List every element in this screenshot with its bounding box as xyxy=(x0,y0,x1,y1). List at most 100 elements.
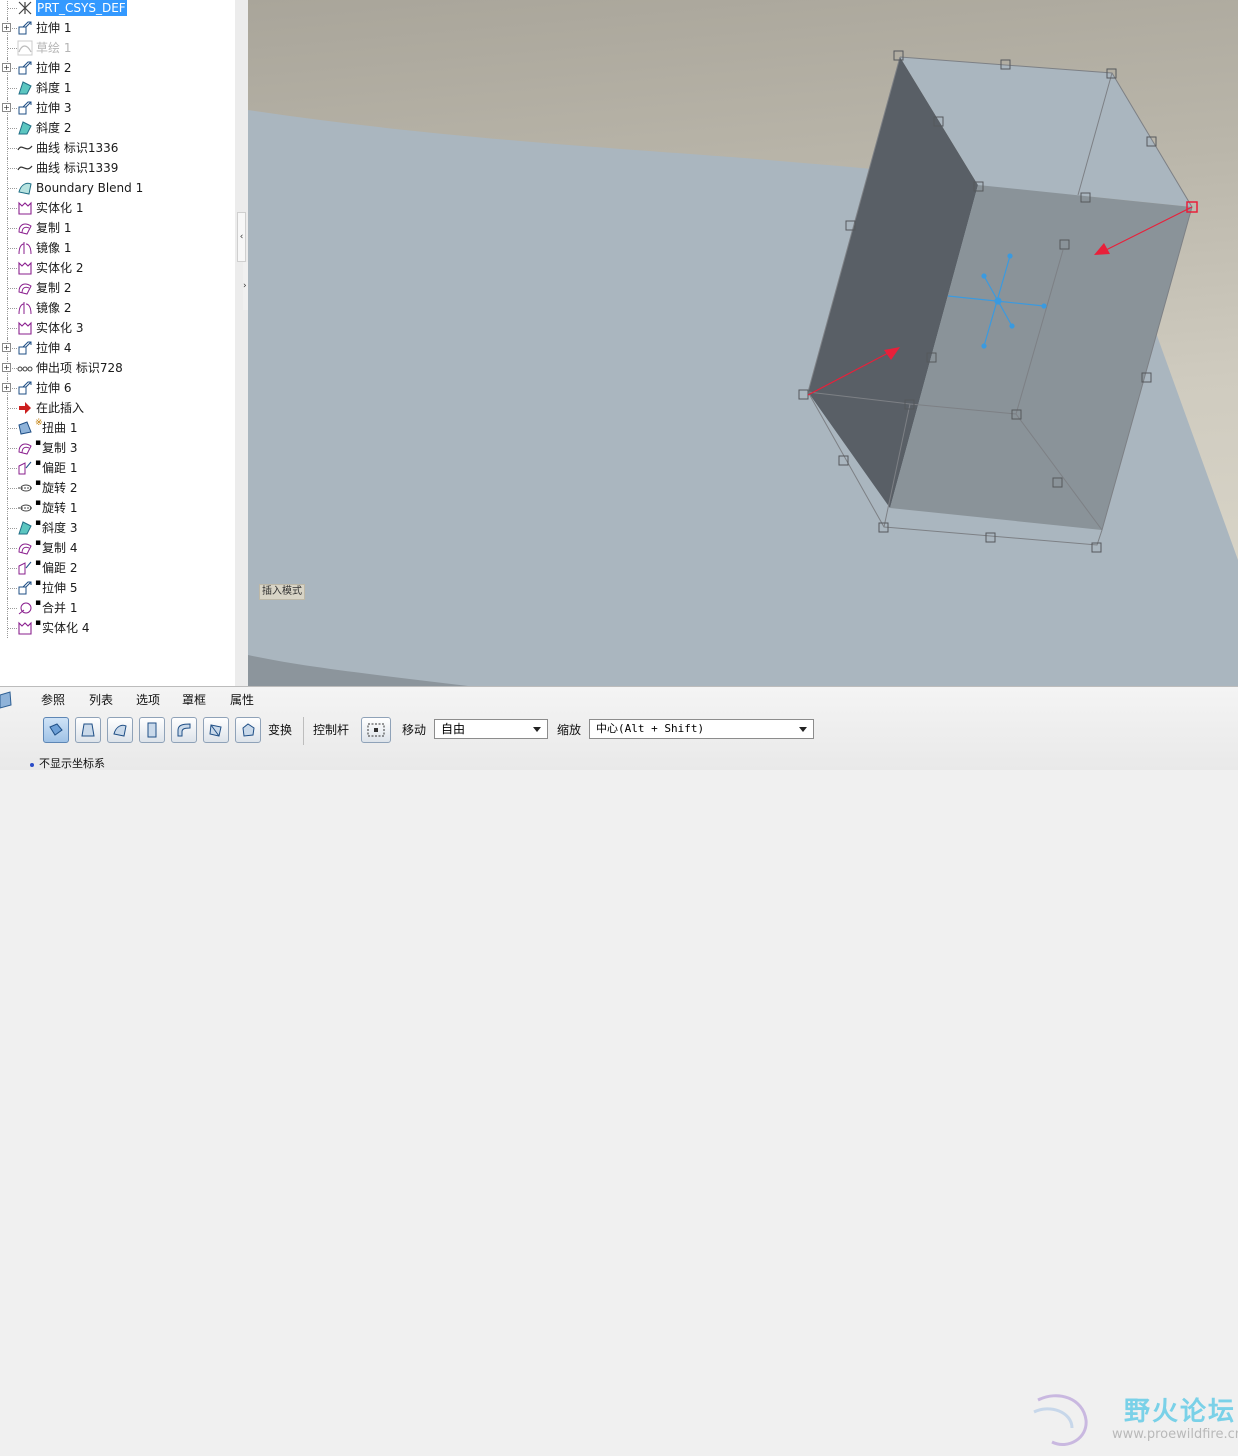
tree-item[interactable]: Boundary Blend 1 xyxy=(0,178,235,198)
handle-toggle-button[interactable] xyxy=(361,717,391,743)
graphics-viewport[interactable] xyxy=(248,0,1238,686)
tree-item-label: 在此插入 xyxy=(36,401,85,415)
expand-icon[interactable]: + xyxy=(2,383,11,392)
tree-item[interactable]: 曲线 标识1339 xyxy=(0,158,235,178)
handle-label: 控制杆 xyxy=(313,723,350,737)
solidify-icon xyxy=(18,261,32,275)
warp-tool-button[interactable] xyxy=(75,717,101,743)
expand-icon[interactable]: + xyxy=(2,23,11,32)
tree-item[interactable]: ▪ 旋转 2 xyxy=(0,478,235,498)
expand-icon[interactable]: + xyxy=(2,103,11,112)
tree-item-label: 拉伸 6 xyxy=(36,381,72,395)
tree-item[interactable]: ▪ 偏距 1 xyxy=(0,458,235,478)
tree-item[interactable]: ▪ 复制 3 xyxy=(0,438,235,458)
tree-item-label: 斜度 3 xyxy=(42,521,78,535)
extrude-icon xyxy=(18,101,32,115)
tree-item-label: 实体化 2 xyxy=(36,261,84,275)
tree-item[interactable]: 曲线 标识1336 xyxy=(0,138,235,158)
tree-item[interactable]: ▪ 实体化 4 xyxy=(0,618,235,638)
tree-item[interactable]: ▪ 复制 4 xyxy=(0,538,235,558)
tree-item-label: 复制 3 xyxy=(42,441,78,455)
tree-item[interactable]: + 拉伸 1 xyxy=(0,18,235,38)
tree-item[interactable]: 复制 1 xyxy=(0,218,235,238)
tree-item[interactable]: ※ 扭曲 1 xyxy=(0,418,235,438)
model-tree[interactable]: PRT_CSYS_DEF + 拉伸 1 草绘 1 + 拉伸 2 斜度 1 + 拉伸 3 斜度 2 曲… xyxy=(0,0,236,686)
twist-tool-button[interactable] xyxy=(203,717,229,743)
tree-line xyxy=(8,8,17,9)
status-text: 不显示坐标系 xyxy=(39,757,105,770)
tree-item[interactable]: 在此插入 xyxy=(0,398,235,418)
tree-item-label: 草绘 1 xyxy=(36,41,72,55)
panel-splitter[interactable]: ‹ › xyxy=(235,0,249,686)
toolbar-separator xyxy=(303,717,304,745)
model-scene[interactable] xyxy=(248,0,1238,686)
mirror-icon xyxy=(18,302,32,315)
tree-line xyxy=(8,248,17,249)
handle-box-icon xyxy=(367,723,385,737)
tree-item[interactable]: + 伸出项 标识728 xyxy=(0,358,235,378)
tree-item[interactable]: 斜度 2 xyxy=(0,118,235,138)
collapse-left-icon[interactable]: ‹ xyxy=(237,212,246,262)
copy-icon xyxy=(18,283,32,295)
status-mark: ▪ xyxy=(35,598,42,608)
stretch-tool-button[interactable] xyxy=(139,717,165,743)
expand-icon[interactable]: + xyxy=(2,343,11,352)
status-mark: ▪ xyxy=(35,438,42,448)
tree-item[interactable]: + 拉伸 4 xyxy=(0,338,235,358)
tree-item[interactable]: + 拉伸 3 xyxy=(0,98,235,118)
tree-line xyxy=(8,188,17,189)
boundary-blend-icon xyxy=(18,182,32,195)
status-bullet-icon xyxy=(30,763,34,767)
offset-icon xyxy=(18,461,32,475)
tree-item-label: 偏距 2 xyxy=(42,561,78,575)
tree-item[interactable]: 斜度 1 xyxy=(0,78,235,98)
transform-tool-button[interactable] xyxy=(43,717,69,743)
extrude-icon xyxy=(18,381,32,395)
tab-properties[interactable]: 属性 xyxy=(230,692,254,708)
status-mark: ▪ xyxy=(35,618,42,628)
bend-tool-button[interactable] xyxy=(171,717,197,743)
tree-item[interactable]: 镜像 2 xyxy=(0,298,235,318)
tree-item[interactable]: ▪ 拉伸 5 xyxy=(0,578,235,598)
expand-icon[interactable]: + xyxy=(2,63,11,72)
scale-mode-select[interactable]: 中心(Alt + Shift) xyxy=(589,719,814,739)
warp-feature-icon xyxy=(0,691,12,709)
tree-item[interactable]: ▪ 斜度 3 xyxy=(0,518,235,538)
tree-item[interactable]: + 拉伸 6 xyxy=(0,378,235,398)
tab-options[interactable]: 选项 xyxy=(136,692,160,708)
skeleton-tool-button[interactable] xyxy=(107,717,133,743)
transform-icon xyxy=(49,723,63,736)
tree-line xyxy=(8,508,17,509)
tree-item-label: 镜像 1 xyxy=(36,241,72,255)
move-mode-select[interactable]: 自由 xyxy=(434,719,548,739)
tree-item-label: 旋转 1 xyxy=(42,501,78,515)
revolve-icon xyxy=(18,484,32,492)
warp-icon xyxy=(81,723,95,737)
tree-line xyxy=(8,88,17,89)
tree-item[interactable]: ▪ 合并 1 xyxy=(0,598,235,618)
tab-list[interactable]: 列表 xyxy=(89,692,113,708)
mode-label: 插入模式 xyxy=(259,584,305,600)
status-mark: ▪ xyxy=(35,578,42,588)
tree-item[interactable]: 实体化 2 xyxy=(0,258,235,278)
tree-item[interactable]: + 拉伸 2 xyxy=(0,58,235,78)
tree-item[interactable]: PRT_CSYS_DEF xyxy=(0,0,235,18)
tree-item[interactable]: 镜像 1 xyxy=(0,238,235,258)
tree-item[interactable]: ▪ 旋转 1 xyxy=(0,498,235,518)
tree-item-label: 合并 1 xyxy=(42,601,78,615)
watermark-url: www.proewildfire.cn xyxy=(1112,1427,1238,1442)
warp-icon xyxy=(18,421,32,435)
tree-item[interactable]: 实体化 3 xyxy=(0,318,235,338)
tree-line xyxy=(8,528,17,529)
tab-enclosure[interactable]: 罩框 xyxy=(182,692,206,708)
feature-dashboard: 参照 列表 选项 罩框 属性 变换 控制杆 移动 自由 缩放 中心(Alt + … xyxy=(0,686,1238,1446)
tree-line xyxy=(8,488,17,489)
tree-item[interactable]: 复制 2 xyxy=(0,278,235,298)
tree-line xyxy=(8,288,17,289)
tab-references[interactable]: 参照 xyxy=(41,692,65,708)
expand-icon[interactable]: + xyxy=(2,363,11,372)
tree-item[interactable]: 草绘 1 xyxy=(0,38,235,58)
tree-item[interactable]: ▪ 偏距 2 xyxy=(0,558,235,578)
tree-item[interactable]: 实体化 1 xyxy=(0,198,235,218)
sculpt-tool-button[interactable] xyxy=(235,717,261,743)
